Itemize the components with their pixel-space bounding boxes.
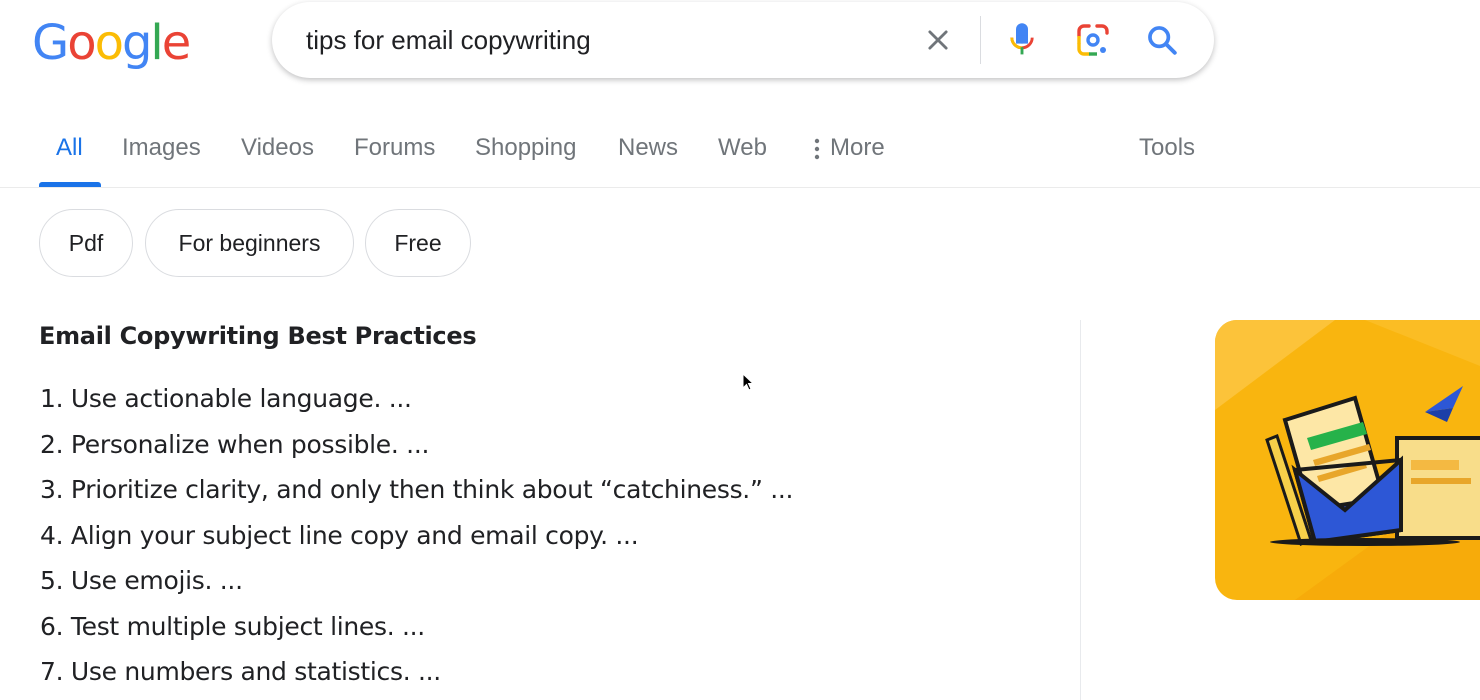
tab-more[interactable]: More	[814, 134, 885, 162]
search-icon[interactable]	[1142, 20, 1182, 60]
chip-free[interactable]: Free	[365, 209, 471, 277]
tab-news[interactable]: News	[618, 134, 678, 162]
chip-for-beginners[interactable]: For beginners	[145, 209, 354, 277]
logo-letter: g	[121, 15, 153, 71]
google-lens-icon[interactable]	[1073, 20, 1113, 60]
tools-button[interactable]: Tools	[1139, 134, 1195, 162]
tab-videos[interactable]: Videos	[241, 134, 314, 162]
search-tabs: All Images Videos Forums Shopping News W…	[0, 118, 1480, 188]
google-logo[interactable]: G o o g l e	[32, 14, 191, 72]
tab-more-label: More	[830, 134, 885, 161]
logo-letter: G	[32, 15, 69, 71]
vertical-dots-icon	[814, 138, 820, 159]
logo-letter: o	[67, 15, 96, 71]
featured-snippet-list: 1. Use actionable language. ... 2. Perso…	[40, 376, 793, 695]
list-item: 2. Personalize when possible. ...	[40, 429, 430, 459]
active-tab-indicator	[39, 182, 101, 187]
snippet-thumbnail[interactable]	[1215, 320, 1480, 600]
microphone-icon[interactable]	[1002, 20, 1042, 60]
search-box	[272, 2, 1214, 78]
tab-web[interactable]: Web	[718, 134, 767, 162]
close-icon[interactable]	[918, 20, 958, 60]
tab-all[interactable]: All	[56, 134, 83, 162]
tab-images[interactable]: Images	[122, 134, 201, 162]
search-divider	[980, 16, 981, 64]
tab-forums[interactable]: Forums	[354, 134, 435, 162]
list-item: 4. Align your subject line copy and emai…	[40, 520, 639, 550]
tab-shopping[interactable]: Shopping	[475, 134, 576, 162]
column-divider	[1080, 320, 1081, 700]
list-item: 1. Use actionable language. ...	[40, 384, 412, 413]
chip-pdf[interactable]: Pdf	[39, 209, 133, 277]
email-envelope-illustration	[1215, 320, 1480, 600]
logo-letter: l	[150, 15, 163, 71]
search-input[interactable]	[306, 20, 906, 60]
list-item: 6. Test multiple subject lines. ...	[40, 611, 425, 641]
list-item: 3. Prioritize clarity, and only then thi…	[40, 475, 794, 504]
featured-snippet-title: Email Copywriting Best Practices	[39, 322, 477, 350]
logo-letter: o	[94, 15, 124, 71]
list-item: 7. Use numbers and statistics. ...	[40, 657, 441, 686]
mouse-cursor-icon	[742, 373, 754, 391]
logo-letter: e	[161, 15, 191, 71]
list-item: 5. Use emojis. ...	[40, 566, 243, 595]
